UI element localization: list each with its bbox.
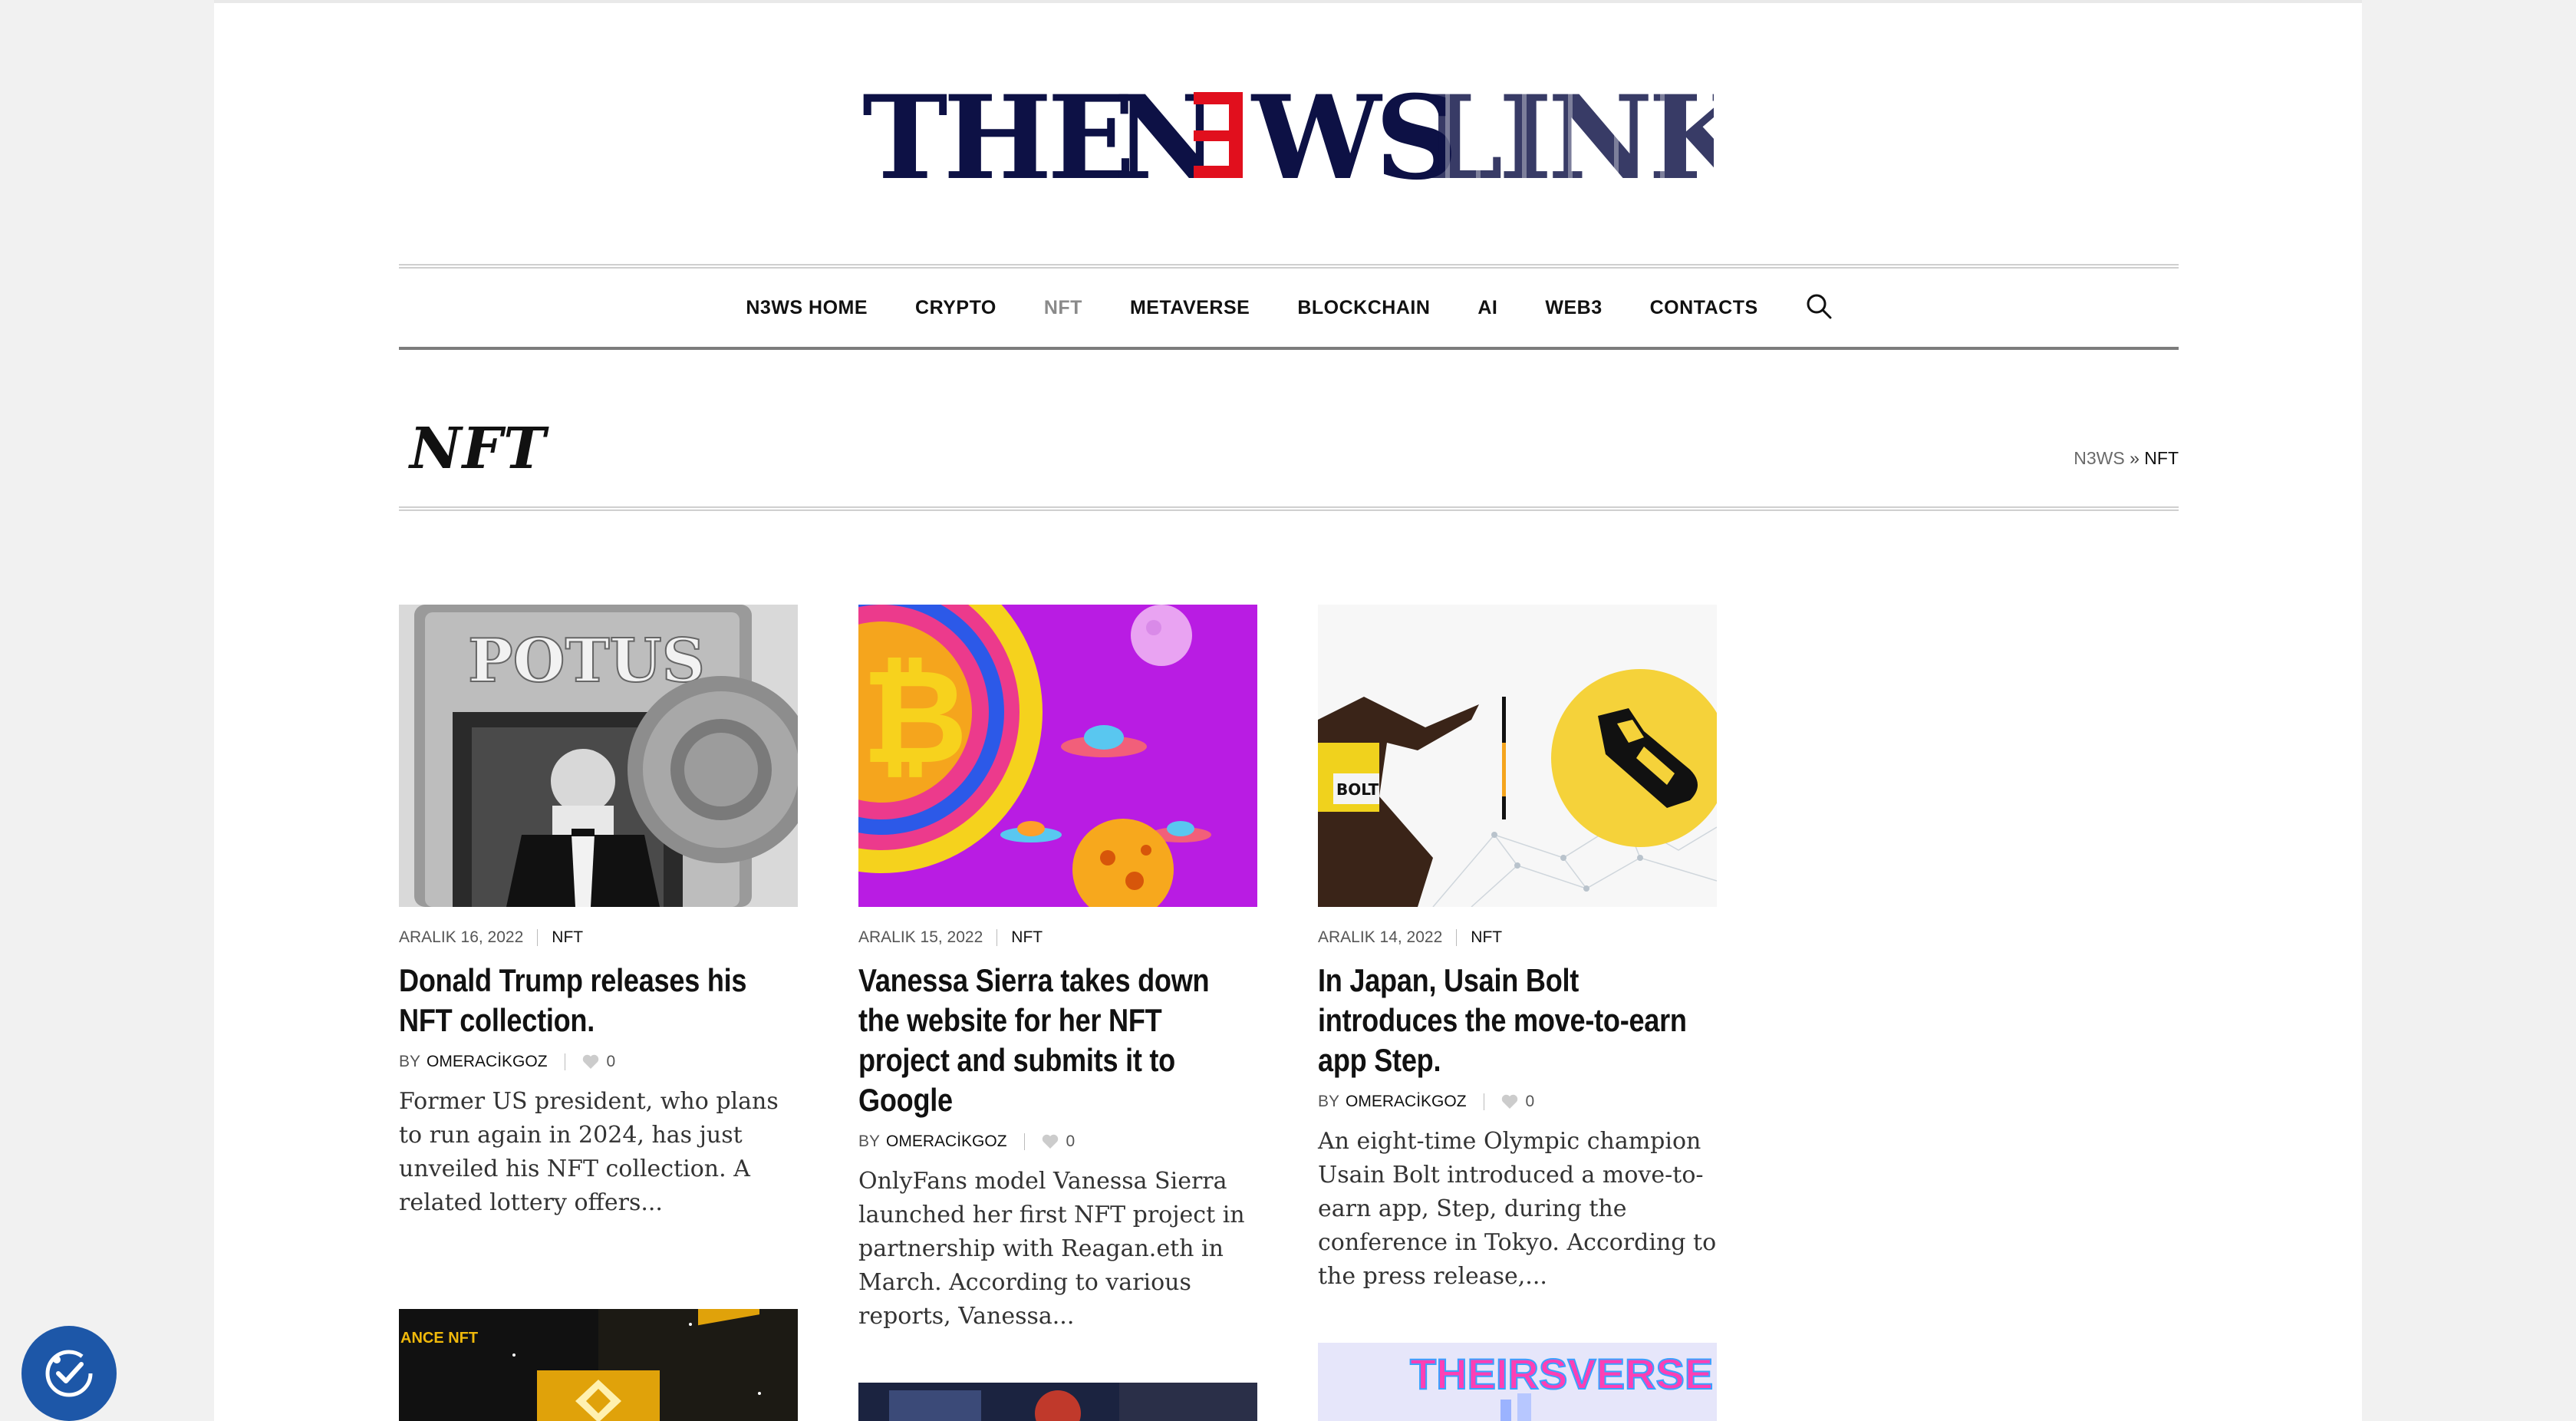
post-author-link[interactable]: OMERACİKGOZ: [886, 1133, 1007, 1151]
accessibility-button[interactable]: [21, 1326, 117, 1421]
post-date: ARALIK 14, 2022: [1318, 928, 1443, 946]
post-category-link[interactable]: NFT: [1011, 928, 1043, 947]
nav-item-ai[interactable]: AI: [1477, 297, 1497, 319]
post-date: ARALIK 15, 2022: [858, 928, 983, 946]
breadcrumb-separator: »: [2130, 448, 2140, 468]
byline-prefix: BY: [1318, 1093, 1340, 1110]
post-excerpt: OnlyFans model Vanessa Sierra launched h…: [858, 1168, 1245, 1330]
post-excerpt: An eight-time Olympic champion Usain Bol…: [1318, 1128, 1717, 1290]
post-title[interactable]: Donald Trump releases his NFT collection…: [399, 961, 797, 1040]
post-title[interactable]: In Japan, Usain Bolt introduces the move…: [1318, 961, 1716, 1080]
post-thumbnail[interactable]: ₿: [858, 605, 1257, 907]
post-category-link[interactable]: NFT: [552, 928, 583, 947]
search-button[interactable]: [1806, 293, 1832, 323]
post-byline: BY OMERACİKGOZ 0: [399, 1053, 798, 1071]
svg-text:BOLT: BOLT: [1336, 780, 1379, 799]
post-title[interactable]: Vanessa Sierra takes down the website fo…: [858, 961, 1257, 1120]
post-thumbnail[interactable]: BOLT: [1318, 605, 1717, 907]
post-meta: ARALIK 14, 2022 NFT: [1318, 928, 1717, 947]
binance-nft-image: ANCE NFT: [399, 1309, 798, 1421]
trump-nft-image: POTUS: [399, 605, 798, 907]
post-byline: BY OMERACİKGOZ 0: [1318, 1093, 1717, 1111]
meta-divider: [996, 929, 998, 946]
meta-divider: [1456, 929, 1458, 946]
breadcrumb: N3WS » NFT: [2074, 448, 2179, 469]
nav-item-n3ws-home[interactable]: N3WS HOME: [746, 297, 868, 319]
svg-text:THE: THE: [862, 78, 1131, 193]
post-author-link[interactable]: OMERACİKGOZ: [1346, 1093, 1467, 1111]
heart-icon[interactable]: [1501, 1094, 1518, 1109]
nav-item-crypto[interactable]: CRYPTO: [915, 297, 996, 319]
accessibility-icon: [45, 1350, 93, 1397]
nav-item-nft[interactable]: NFT: [1044, 297, 1082, 319]
breadcrumb-current: NFT: [2144, 448, 2179, 468]
like-count: 0: [1525, 1093, 1535, 1110]
heart-icon[interactable]: [1042, 1134, 1059, 1149]
post-card: BOLT ARALIK 14, 2022 NFT In Japan, Usain…: [1318, 605, 1717, 1294]
usain-bolt-step-image: BOLT: [1318, 605, 1717, 907]
breadcrumb-home-link[interactable]: N3WS: [2074, 448, 2124, 468]
meta-divider: [537, 929, 539, 946]
like-count: 0: [606, 1053, 616, 1070]
post-meta: ARALIK 16, 2022 NFT: [399, 928, 798, 947]
page: THE N WS LINK N3WS HOME CRYPTO NFT METAV…: [214, 0, 2362, 1421]
nav-item-web3[interactable]: WEB3: [1545, 297, 1602, 319]
byline-divider: [1023, 1133, 1025, 1150]
post-author-link[interactable]: OMERACİKGOZ: [427, 1053, 548, 1071]
bitcoin-planet-image: ₿: [858, 605, 1257, 907]
nav-item-blockchain[interactable]: BLOCKCHAIN: [1297, 297, 1430, 319]
post-excerpt: Former US president, who plans to run ag…: [399, 1088, 779, 1216]
nav-menu: N3WS HOME CRYPTO NFT METAVERSE BLOCKCHAI…: [746, 293, 1832, 323]
post-meta: ARALIK 15, 2022 NFT: [858, 928, 1257, 947]
post-thumbnail[interactable]: POTUS: [399, 605, 798, 907]
post-card: ₿ ARALIK 15, 2022 NFT Vanessa Sierra tak…: [858, 605, 1257, 1334]
post-card: POTUS ARALIK 16, 2022 NFT Donald Trump r…: [399, 605, 798, 1220]
newslink-logo-icon: THE N WS LINK: [862, 78, 1714, 193]
post-date: ARALIK 16, 2022: [399, 928, 524, 946]
post-thumbnail[interactable]: ANCE NFT: [399, 1309, 798, 1421]
next-post-image: [858, 1383, 1257, 1421]
svg-text:₿: ₿: [861, 641, 968, 793]
byline-prefix: BY: [399, 1053, 421, 1070]
site-logo[interactable]: THE N WS LINK: [214, 78, 2362, 193]
nav-item-metaverse[interactable]: METAVERSE: [1130, 297, 1250, 319]
post-byline: BY OMERACİKGOZ 0: [858, 1133, 1257, 1151]
svg-text:THEIRSVERSE: THEIRSVERSE: [1410, 1350, 1713, 1398]
archive-header: NFT N3WS » NFT: [399, 402, 2179, 511]
svg-text:ANCE NFT: ANCE NFT: [400, 1330, 478, 1347]
nav-item-contacts[interactable]: CONTACTS: [1650, 297, 1758, 319]
like-count: 0: [1066, 1133, 1076, 1150]
search-icon: [1807, 294, 1832, 318]
page-title: NFT: [410, 416, 547, 482]
post-thumbnail[interactable]: THEIRSVERSE: [1318, 1343, 1717, 1421]
theirsverse-image: THEIRSVERSE: [1318, 1343, 1717, 1421]
heart-icon[interactable]: [582, 1054, 599, 1070]
post-thumbnail[interactable]: [858, 1383, 1257, 1421]
byline-prefix: BY: [858, 1133, 881, 1150]
post-category-link[interactable]: NFT: [1471, 928, 1502, 947]
main-navigation: N3WS HOME CRYPTO NFT METAVERSE BLOCKCHAI…: [399, 264, 2179, 350]
svg-text:POTUS: POTUS: [468, 626, 705, 696]
